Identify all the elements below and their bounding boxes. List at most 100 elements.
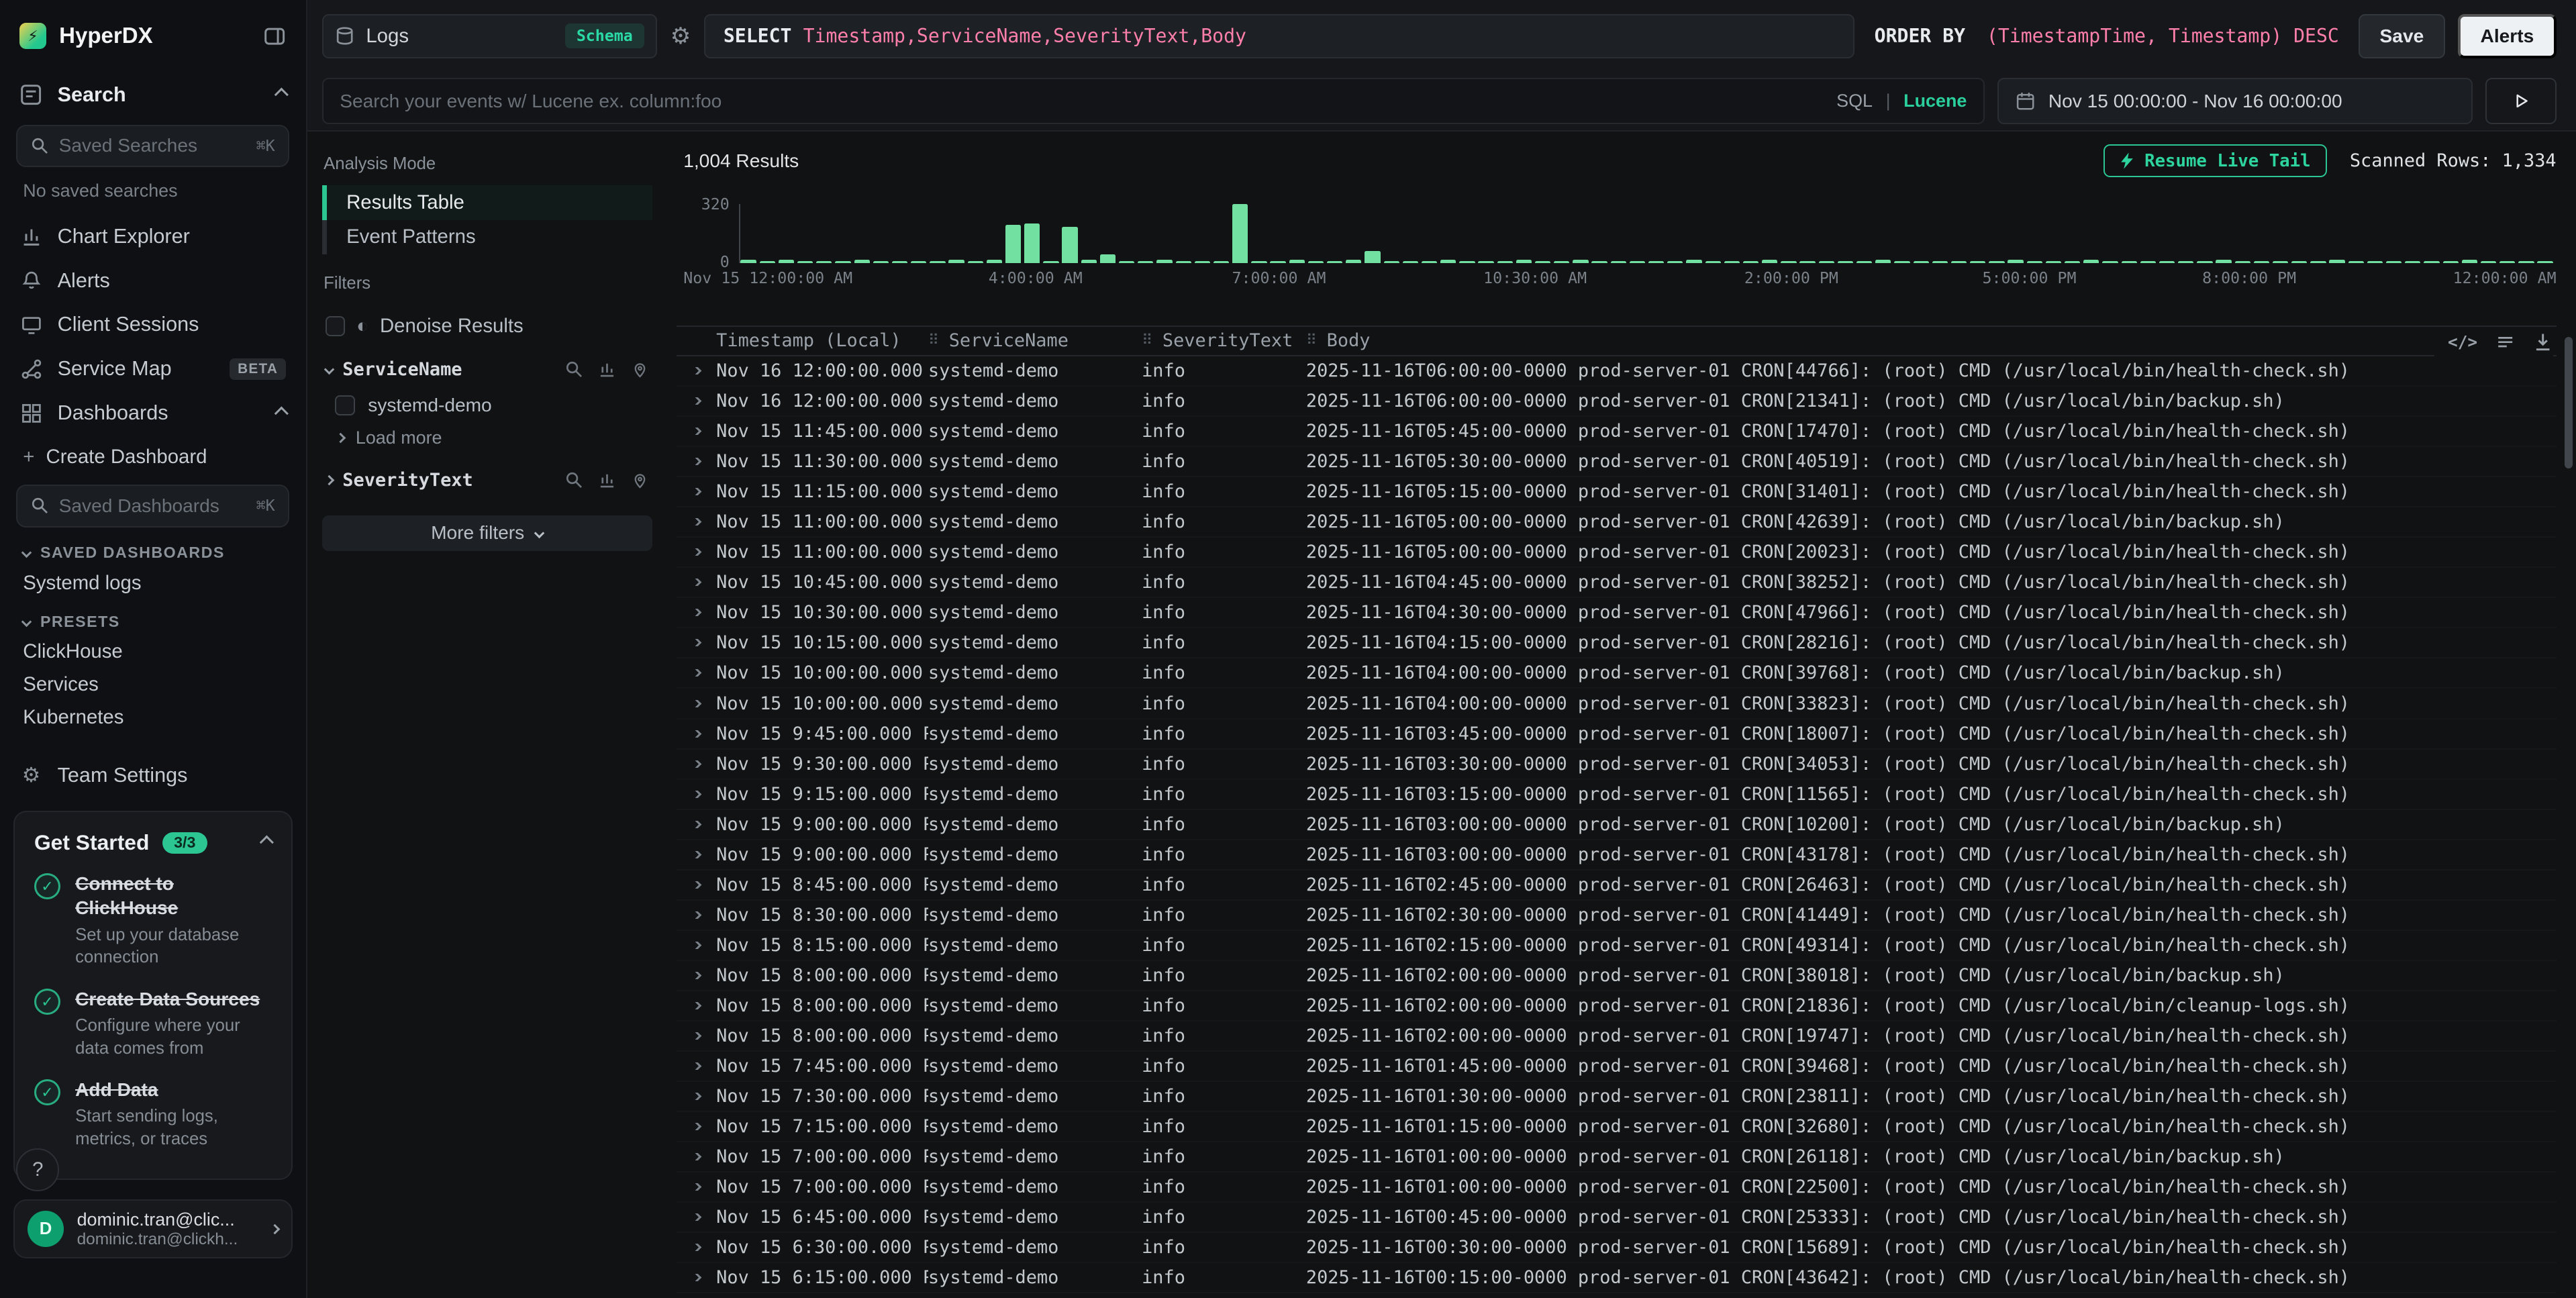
histogram-bar[interactable] xyxy=(1535,261,1550,262)
histogram-bar[interactable] xyxy=(2443,261,2459,262)
histogram-bar[interactable] xyxy=(1043,261,1058,262)
row-expander-icon[interactable] xyxy=(677,1123,716,1130)
histogram-bar[interactable] xyxy=(1327,261,1342,262)
event-search-box[interactable]: SQL | Lucene xyxy=(322,78,1985,124)
table-row[interactable]: Nov 15 7:15:00.000 PMsystemd-demoinfo202… xyxy=(677,1112,2556,1142)
denoise-checkbox[interactable] xyxy=(326,316,345,336)
mode-results-table[interactable]: Results Table xyxy=(322,185,652,219)
table-row[interactable]: Nov 15 10:45:00.000 PMsystemd-demoinfo20… xyxy=(677,568,2556,598)
sidebar-item-dashboards[interactable]: Dashboards xyxy=(0,391,306,436)
run-query-button[interactable] xyxy=(2485,78,2556,124)
create-dashboard-button[interactable]: + Create Dashboard xyxy=(0,436,306,478)
event-search-input[interactable] xyxy=(340,91,1823,112)
histogram-bar[interactable] xyxy=(1100,254,1116,262)
more-filters-button[interactable]: More filters xyxy=(322,515,652,552)
mode-toggle-lucene[interactable]: Lucene xyxy=(1903,91,1967,111)
table-row[interactable]: Nov 15 9:45:00.000 PMsystemd-demoinfo202… xyxy=(677,719,2556,750)
drag-handle-icon[interactable]: ⠿ xyxy=(928,332,939,349)
histogram-bar[interactable] xyxy=(1232,204,1248,263)
table-row[interactable]: Nov 16 12:00:00.000 AMsystemd-demoinfo20… xyxy=(677,387,2556,417)
help-button[interactable]: ? xyxy=(16,1148,59,1191)
sidebar-item-systemd-logs[interactable]: Systemd logs xyxy=(0,566,306,599)
histogram-bar[interactable] xyxy=(1478,261,1493,262)
row-expander-icon[interactable] xyxy=(677,548,716,556)
user-menu[interactable]: D dominic.tran@clic... dominic.tran@clic… xyxy=(13,1199,293,1258)
histogram-bar[interactable] xyxy=(2140,261,2156,262)
histogram-bar[interactable] xyxy=(1459,261,1475,262)
table-row[interactable]: Nov 15 8:45:00.000 PMsystemd-demoinfo202… xyxy=(677,870,2556,901)
saved-dashboards-field[interactable] xyxy=(59,495,246,517)
histogram-bar[interactable] xyxy=(2348,261,2364,262)
saved-searches-field[interactable] xyxy=(59,135,246,156)
histogram-bar[interactable] xyxy=(1365,251,1380,262)
chevron-up-icon[interactable] xyxy=(260,836,274,850)
table-row[interactable]: Nov 15 7:00:00.000 PMsystemd-demoinfo202… xyxy=(677,1172,2556,1203)
get-started-step[interactable]: ✓ Add Data Start sending logs, metrics, … xyxy=(34,1078,272,1150)
row-expander-icon[interactable] xyxy=(677,1032,716,1040)
load-more-button[interactable]: Load more xyxy=(322,423,652,458)
row-expander-icon[interactable] xyxy=(677,791,716,798)
histogram-bar[interactable] xyxy=(2122,261,2137,262)
table-row[interactable]: Nov 16 12:00:00.000 AMsystemd-demoinfo20… xyxy=(677,356,2556,387)
histogram-bar[interactable] xyxy=(1403,261,1418,262)
table-row[interactable]: Nov 15 9:00:00.000 PMsystemd-demoinfo202… xyxy=(677,840,2556,870)
histogram-bar[interactable] xyxy=(1743,261,1758,262)
drag-handle-icon[interactable]: ⠿ xyxy=(1306,332,1317,349)
row-expander-icon[interactable] xyxy=(677,851,716,858)
drag-handle-icon[interactable]: ⠿ xyxy=(1142,332,1152,349)
histogram-bar[interactable] xyxy=(835,261,850,262)
sql-select-input[interactable]: SELECT Timestamp,ServiceName,SeverityTex… xyxy=(704,14,1854,58)
facet-pin-icon[interactable] xyxy=(631,471,649,489)
facet-search-icon[interactable] xyxy=(565,360,583,379)
histogram-bar[interactable] xyxy=(1630,261,1645,262)
source-selector[interactable]: Logs Schema xyxy=(322,14,657,58)
histogram-bar[interactable] xyxy=(2065,261,2080,262)
histogram-bar[interactable] xyxy=(2159,261,2175,262)
histogram-bar[interactable] xyxy=(2462,260,2477,263)
histogram-bar[interactable] xyxy=(2046,261,2061,262)
table-row[interactable]: Nov 15 9:00:00.000 PMsystemd-demoinfo202… xyxy=(677,810,2556,840)
histogram-bar[interactable] xyxy=(2216,260,2231,263)
table-row[interactable]: Nov 15 11:00:00.000 PMsystemd-demoinfo20… xyxy=(677,538,2556,568)
row-expander-icon[interactable] xyxy=(677,428,716,435)
histogram-bar[interactable] xyxy=(1914,261,1929,262)
table-row[interactable]: Nov 15 8:00:00.000 PMsystemd-demoinfo202… xyxy=(677,991,2556,1021)
histogram-bar[interactable] xyxy=(2178,261,2193,262)
histogram-bar[interactable] xyxy=(1951,261,1967,262)
histogram-bar[interactable] xyxy=(1176,261,1191,262)
histogram-bar[interactable] xyxy=(968,261,983,262)
presets-section[interactable]: PRESETS xyxy=(0,599,306,636)
row-expander-icon[interactable] xyxy=(677,821,716,828)
histogram-bar[interactable] xyxy=(1875,260,1891,263)
date-range-picker[interactable]: Nov 15 00:00:00 - Nov 16 00:00:00 xyxy=(1997,78,2472,124)
row-expander-icon[interactable] xyxy=(677,458,716,465)
table-row[interactable]: Nov 15 7:45:00.000 PMsystemd-demoinfo202… xyxy=(677,1052,2556,1082)
row-expander-icon[interactable] xyxy=(677,911,716,919)
row-expander-icon[interactable] xyxy=(677,1153,716,1160)
table-row[interactable]: Nov 15 11:15:00.000 PMsystemd-demoinfo20… xyxy=(677,477,2556,507)
histogram-bar[interactable] xyxy=(1024,223,1040,263)
histogram-bar[interactable] xyxy=(2102,261,2118,262)
histogram-bar[interactable] xyxy=(1989,261,2004,262)
histogram-bar[interactable] xyxy=(930,261,945,262)
chevron-up-icon[interactable] xyxy=(275,406,289,420)
facet-severitytext-header[interactable]: SeverityText xyxy=(322,458,652,499)
histogram-bar[interactable] xyxy=(1819,261,1834,262)
table-row[interactable]: Nov 15 11:30:00.000 PMsystemd-demoinfo20… xyxy=(677,447,2556,477)
histogram-bar[interactable] xyxy=(948,260,964,263)
table-row[interactable]: Nov 15 8:00:00.000 PMsystemd-demoinfo202… xyxy=(677,961,2556,991)
histogram-bar[interactable] xyxy=(1932,261,1948,262)
saved-dashboards-input[interactable]: ⌘K xyxy=(16,485,289,527)
row-expander-icon[interactable] xyxy=(677,972,716,979)
histogram-bar[interactable] xyxy=(1119,261,1134,262)
schema-badge[interactable]: Schema xyxy=(565,23,644,48)
histogram-bar[interactable] xyxy=(2537,261,2553,262)
histogram-bar[interactable] xyxy=(2518,261,2534,262)
table-row[interactable]: Nov 15 9:15:00.000 PMsystemd-demoinfo202… xyxy=(677,780,2556,810)
histogram-bar[interactable] xyxy=(1856,261,1872,262)
histogram-bar[interactable] xyxy=(760,261,775,262)
saved-searches-input[interactable]: ⌘K xyxy=(16,125,289,167)
row-expander-icon[interactable] xyxy=(677,639,716,646)
histogram-bar[interactable] xyxy=(2310,261,2326,262)
sidebar-item-clickhouse[interactable]: ClickHouse xyxy=(0,636,306,668)
